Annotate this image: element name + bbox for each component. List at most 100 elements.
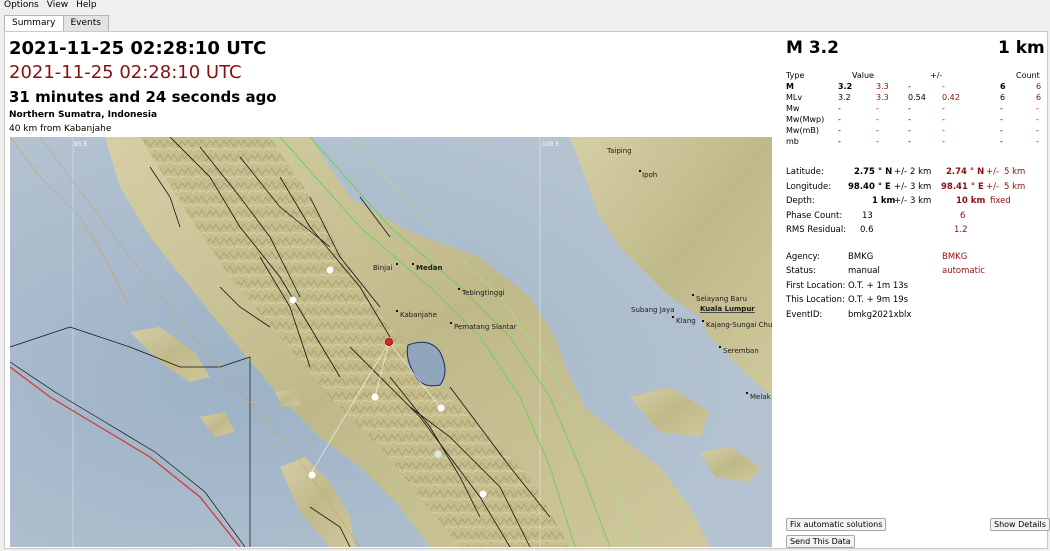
rms-row: RMS Residual: 0.6 1.2 <box>786 223 1044 238</box>
city-melaka: Melak <box>750 393 772 401</box>
send-this-data-button[interactable]: Send This Data <box>786 535 855 548</box>
magnitude-cell-e1: - <box>908 126 911 135</box>
longitude-pm: +/- <box>894 181 908 192</box>
magnitude-cell-e2: - <box>942 137 945 146</box>
magnitude-cell-e1: 0.54 <box>908 93 926 102</box>
city-kuala-lumpur: Kuala Lumpur <box>700 305 755 313</box>
latitude-label: Latitude: <box>786 167 824 177</box>
magnitude-row[interactable]: mb - - - - - - <box>786 136 1044 147</box>
depth-pm: +/- <box>894 196 908 206</box>
magnitude-cell-c2: - <box>1036 137 1039 146</box>
magnitude-cell-e2: - <box>942 126 945 135</box>
magnitude-row[interactable]: Mw(mB) - - - - - - <box>786 125 1044 136</box>
magnitude-cell-v2: 3.3 <box>876 82 889 91</box>
magnitude-cell-type: M <box>786 82 794 91</box>
city-klang: Klang <box>676 317 696 325</box>
magnitude-table-header: Type Value +/- Count <box>786 70 1044 81</box>
latitude-pm: +/- <box>894 167 908 177</box>
magnitude-cell-e2: - <box>942 115 945 124</box>
agency-row: Agency: BMKG BMKG <box>786 250 1044 265</box>
magnitude-cell-v1: - <box>838 126 841 135</box>
fix-automatic-solutions-button[interactable]: Fix automatic solutions <box>786 518 887 531</box>
show-details-button[interactable]: Show Details <box>990 518 1050 531</box>
event-id-label: EventID: <box>786 309 823 320</box>
magnitude-cell-c1: - <box>1000 126 1003 135</box>
magnitude-cell-e1: - <box>908 104 911 113</box>
longitude-value: 98.40 ° E <box>848 181 891 192</box>
longitude-error-auto: 5 km <box>1004 181 1026 192</box>
magnitude-cell-v1: - <box>838 104 841 113</box>
latitude-value-auto: 2.74 ° N <box>946 167 985 177</box>
magnitude-cell-v1: 3.2 <box>838 82 853 91</box>
epicenter-marker[interactable] <box>385 338 393 346</box>
city-selayang-baru: Selayang Baru <box>696 295 747 303</box>
magnitude-rows: M 3.2 3.3- -6 6 MLv 3.2 3.3 0.54 0.42 6 6 Mw - - - - - - Mw… <box>786 81 1044 147</box>
tab-events[interactable]: Events <box>62 15 109 31</box>
tab-summary[interactable]: Summary <box>4 15 64 31</box>
grid-label-95e: 95 E <box>74 141 88 148</box>
col-value: Value <box>852 71 874 80</box>
phase-count-label: Phase Count: <box>786 210 843 221</box>
station-marker[interactable] <box>479 490 487 498</box>
magnitude-cell-v2: 3.3 <box>876 93 889 102</box>
magnitude-cell-c2: 6 <box>1036 93 1042 102</box>
grid-label-100e: 100 E <box>542 141 559 148</box>
magnitude-cell-e1: - <box>908 82 911 91</box>
menu-bar: Options View Help <box>0 0 1050 12</box>
magnitude-cell-type: Mw <box>786 104 800 113</box>
magnitude-cell-e1: - <box>908 137 911 146</box>
depth-row: Depth: 1 km +/- 3 km 10 km fixed <box>786 194 1044 209</box>
city-kabanjahe: Kabanjahe <box>400 311 437 319</box>
magnitude-row[interactable]: MLv 3.2 3.3 0.54 0.42 6 6 <box>786 92 1044 103</box>
tab-bar: Summary Events <box>4 15 109 31</box>
magnitude-cell-c1: - <box>1000 137 1003 146</box>
station-marker[interactable] <box>434 450 442 458</box>
menu-options[interactable]: Options <box>4 0 39 12</box>
latitude-row: Latitude: 2.75 ° N +/- 2 km 2.74 ° N +/-… <box>786 165 1044 180</box>
magnitude-title: M 3.2 <box>786 38 839 58</box>
depth-value: 1 km <box>872 196 896 206</box>
origin-time: 2021-11-25 02:28:10 UTC <box>9 38 267 59</box>
rms-value: 0.6 <box>860 225 874 235</box>
station-marker[interactable] <box>289 296 297 304</box>
origin-time-automatic: 2021-11-25 02:28:10 UTC <box>9 62 242 83</box>
col-pm: +/- <box>930 71 943 80</box>
longitude-label: Longitude: <box>786 181 832 192</box>
magnitude-cell-c2: - <box>1036 115 1039 124</box>
station-marker[interactable] <box>326 266 334 274</box>
magnitude-cell-type: MLv <box>786 93 803 102</box>
this-location-value: O.T. + 9m 19s <box>848 295 909 305</box>
agency-label: Agency: <box>786 251 820 262</box>
magnitude-row[interactable]: Mw - - - - - - <box>786 103 1044 114</box>
menu-view[interactable]: View <box>47 0 68 12</box>
col-count: Count <box>1016 71 1040 80</box>
event-id-value: bmkg2021xblx <box>848 309 912 320</box>
magnitude-cell-type: mb <box>786 137 799 146</box>
phase-count-value: 13 <box>862 210 873 221</box>
longitude-row: Longitude: 98.40 ° E +/- 3 km 98.41 ° E … <box>786 180 1044 195</box>
magnitude-table: Type Value +/- Count M 3.2 3.3 - - 6 6 MLv 3.2 3.… <box>786 70 1044 147</box>
map-canvas: 95 E 100 E Taiping Ipoh Binjai Medan Teb… <box>10 137 772 547</box>
magnitude-cell-type: Mw(mB) <box>786 126 819 135</box>
magnitude-cell-v1: - <box>838 137 841 146</box>
rms-auto: 1.2 <box>954 225 968 235</box>
city-ipoh: Ipoh <box>642 171 657 179</box>
depth-label: Depth: <box>786 196 815 206</box>
status-value: manual <box>848 266 880 276</box>
station-marker[interactable] <box>437 404 445 412</box>
status-row: Status: manual automatic <box>786 264 1044 279</box>
city-medan: Medan <box>416 264 442 272</box>
region-name: Northern Sumatra, Indonesia <box>9 110 158 120</box>
nearest-city: 40 km from Kabanjahe <box>9 124 112 134</box>
menu-help[interactable]: Help <box>76 0 97 12</box>
event-map[interactable]: 95 E 100 E Taiping Ipoh Binjai Medan Teb… <box>10 137 772 547</box>
magnitude-cell-c1: - <box>1000 104 1003 113</box>
magnitude-row[interactable]: Mw(Mwp) - - - - - - <box>786 114 1044 125</box>
station-marker[interactable] <box>371 393 379 401</box>
magnitude-row[interactable]: M 3.2 3.3 - - 6 6 <box>786 81 1044 92</box>
station-marker[interactable] <box>308 471 316 479</box>
this-location-row: This Location: O.T. + 9m 19s <box>786 293 1044 308</box>
city-subang-jaya: Subang Jaya <box>631 306 675 314</box>
magnitude-cell-c2: - <box>1036 104 1039 113</box>
event-id-row: EventID: bmkg2021xblx <box>786 308 1044 323</box>
